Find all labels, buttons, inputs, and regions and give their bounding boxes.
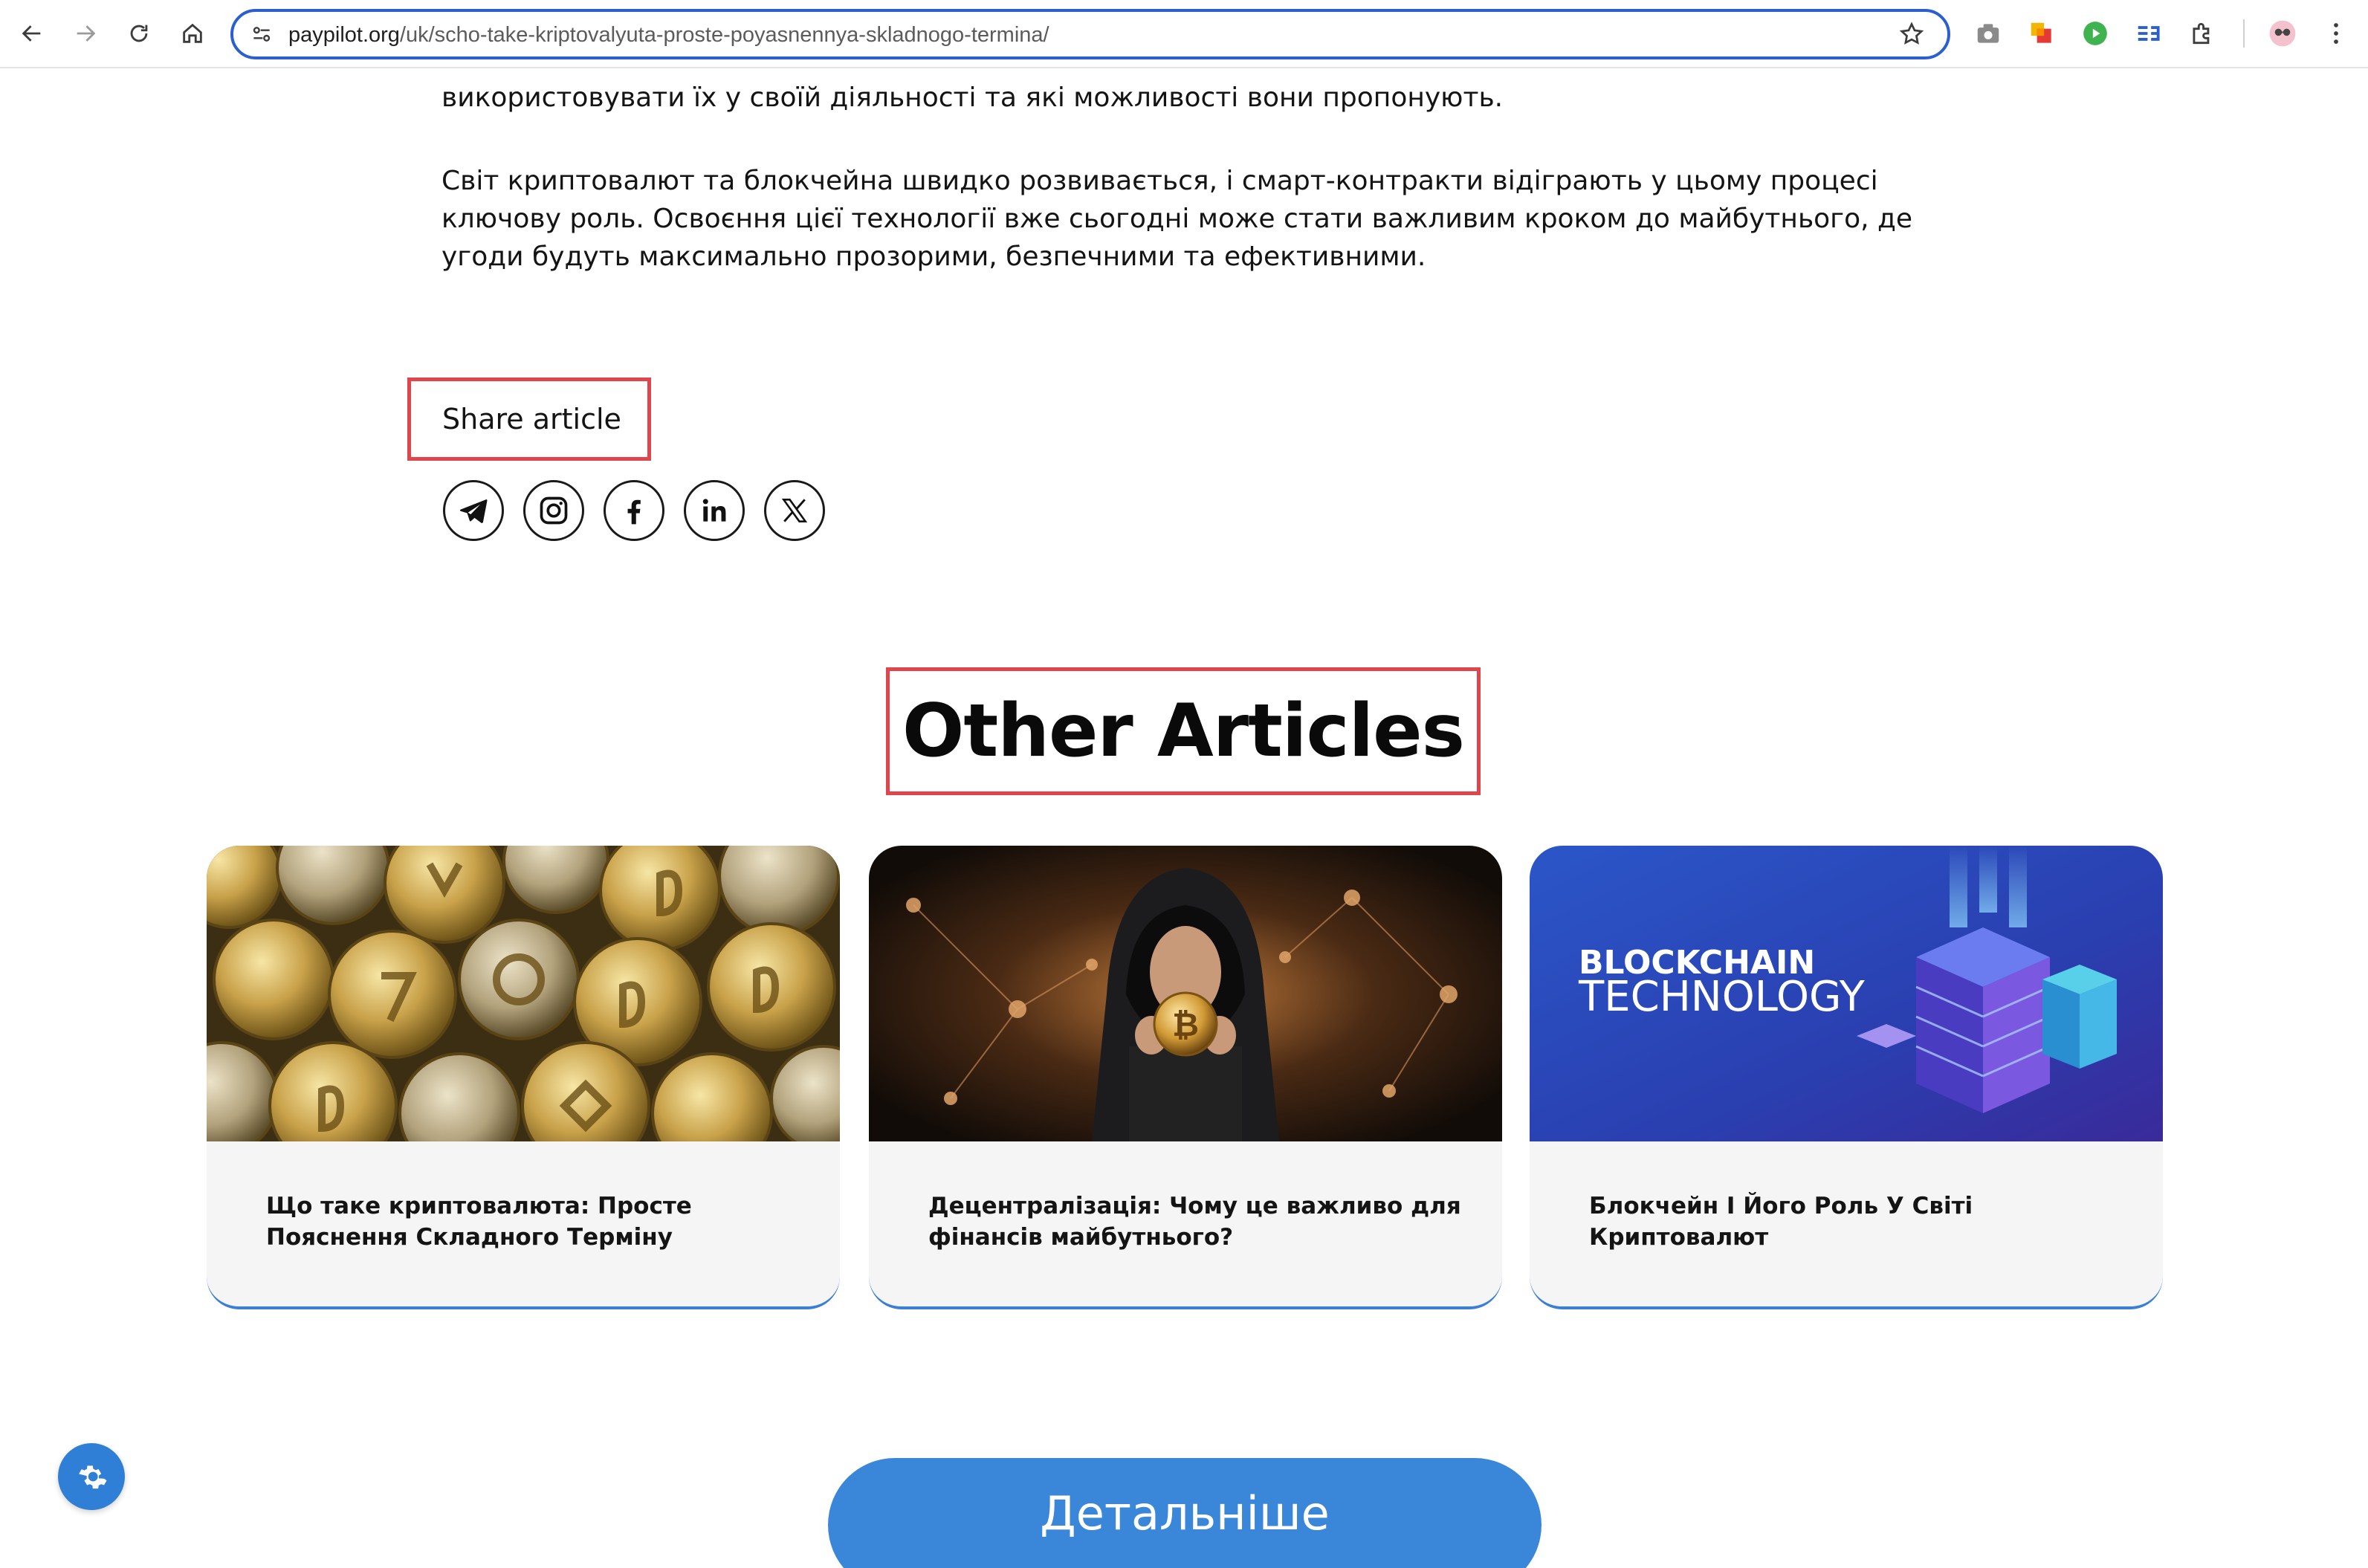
kebab-menu-icon (2334, 23, 2338, 44)
article-card-title[interactable]: Блокчейн І Його Роль У Світі Криптовалют (1589, 1190, 2124, 1253)
article-paragraph: використовувати їх у своїй діяльності та… (441, 82, 1504, 113)
extension-button-1[interactable] (2026, 18, 2057, 49)
blockchain-technology-image: BLOCKCHAIN TECHNOLOGY (1530, 846, 2163, 1141)
technology-image-text: TECHNOLOGY (1578, 973, 1866, 1021)
browser-menu-button[interactable] (2320, 18, 2352, 49)
home-button[interactable] (174, 15, 211, 52)
reload-icon (130, 25, 148, 42)
profile-avatar-button[interactable] (2267, 18, 2298, 49)
color-squares-icon (2031, 22, 2051, 43)
reader-list-icon (2138, 26, 2160, 41)
profile-avatar-icon (2269, 20, 2296, 47)
url-text[interactable]: paypilot.org/uk/scho-take-kriptovalyuta-… (288, 22, 1049, 48)
play-circle-icon (2083, 22, 2107, 45)
extensions-menu-button[interactable] (2187, 18, 2218, 49)
article-card-title[interactable]: Що таке криптовалюта: Просте Пояснення С… (266, 1190, 801, 1253)
extension-button-3[interactable] (2133, 18, 2164, 49)
share-linkedin-button[interactable] (684, 480, 745, 541)
gear-icon (79, 1465, 107, 1489)
telegram-icon (459, 499, 488, 523)
bookmark-star-icon[interactable] (1898, 21, 1925, 48)
x-icon (781, 499, 808, 522)
share-facebook-button[interactable] (604, 480, 664, 541)
browser-toolbar: paypilot.org/uk/scho-take-kriptovalyuta-… (0, 0, 2368, 68)
settings-button[interactable] (58, 1443, 125, 1510)
crypto-coins-image (207, 846, 840, 1141)
other-articles-heading: Other Articles (886, 667, 1481, 795)
camera-icon (1977, 24, 1999, 43)
url-path: /uk/scho-take-kriptovalyuta-proste-poyas… (399, 23, 1049, 47)
share-x-button[interactable] (764, 480, 825, 541)
toolbar-divider (2243, 19, 2245, 48)
home-icon (183, 23, 202, 43)
share-telegram-button[interactable] (443, 480, 504, 541)
share-article-heading: Share article (407, 378, 651, 461)
more-details-button[interactable]: Детальніше (828, 1458, 1542, 1568)
hooded-man-bitcoin-image: ₿ (869, 846, 1502, 1141)
facebook-icon (627, 499, 641, 525)
article-card[interactable]: ₿ Децентралізація: Чому це важливо для ф… (869, 846, 1502, 1309)
reload-button[interactable] (120, 15, 158, 52)
svg-text:₿: ₿ (1172, 1006, 1199, 1044)
extension-button-2[interactable] (2080, 18, 2111, 49)
address-bar[interactable]: paypilot.org/uk/scho-take-kriptovalyuta-… (230, 9, 1950, 59)
forward-button[interactable] (67, 15, 104, 52)
screenshot-extension-button[interactable] (1973, 18, 2004, 49)
site-info-icon[interactable] (250, 22, 274, 46)
back-arrow-icon (22, 25, 41, 42)
linkedin-icon (702, 499, 726, 522)
back-button[interactable] (13, 15, 51, 52)
article-paragraph: Світ криптовалют та блокчейна швидко роз… (441, 166, 1913, 272)
article-card[interactable]: Що таке криптовалюта: Просте Пояснення С… (207, 846, 840, 1309)
instagram-icon (540, 496, 568, 525)
article-card[interactable]: BLOCKCHAIN TECHNOLOGY Блокчейн І Його Ро… (1530, 846, 2163, 1309)
puzzle-piece-icon (2193, 22, 2210, 45)
forward-arrow-icon (77, 25, 96, 42)
url-host: paypilot.org (288, 23, 400, 47)
article-card-title[interactable]: Децентралізація: Чому це важливо для фін… (928, 1190, 1463, 1253)
share-instagram-button[interactable] (523, 480, 584, 541)
